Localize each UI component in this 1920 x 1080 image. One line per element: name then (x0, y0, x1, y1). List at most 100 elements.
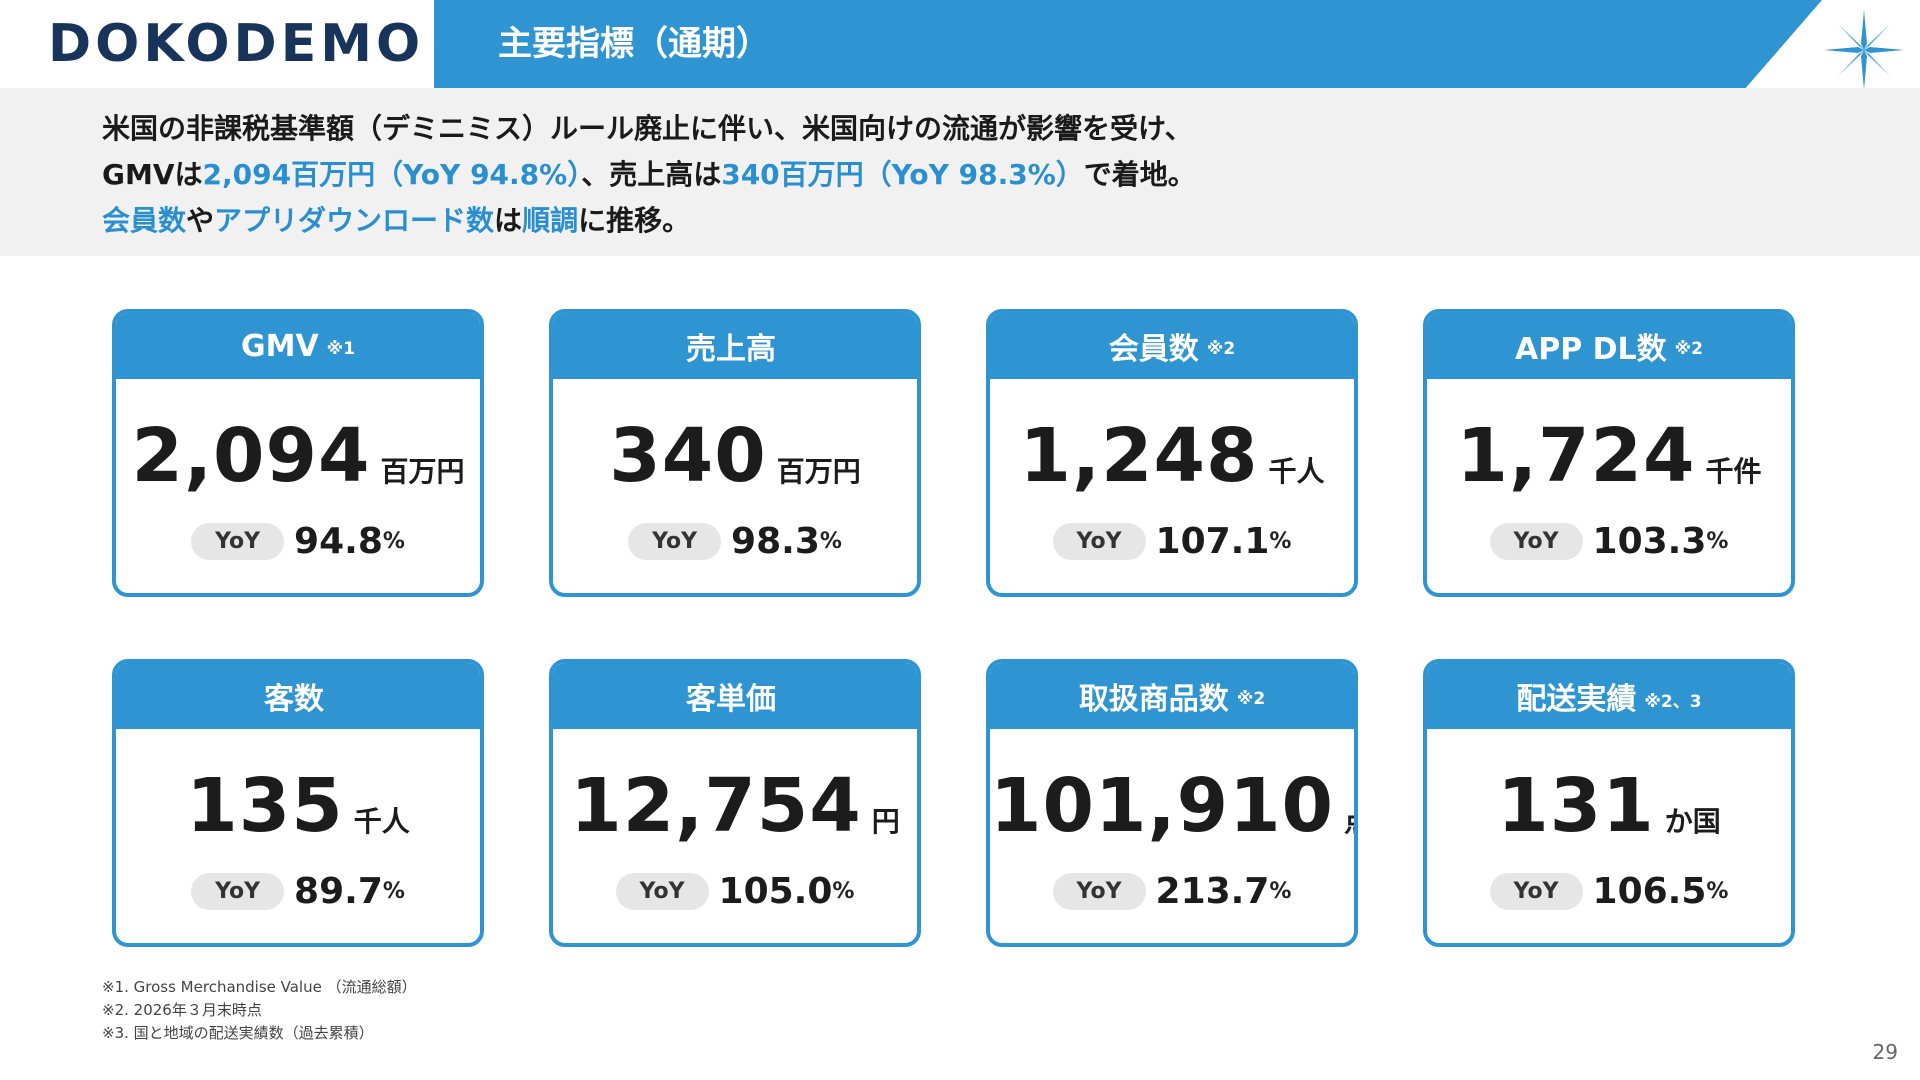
summary-conj: や (186, 204, 215, 237)
kpi-card-header: APP DL数 ※2 (1427, 313, 1791, 379)
title-bar: 主要指標（通期） (434, 0, 1822, 88)
kpi-yoy-row: YoY 98.3% (553, 521, 917, 562)
logo-area: DOKODEMO (0, 0, 434, 88)
yoy-percent-sign: % (382, 879, 405, 904)
kpi-card-members: 会員数 ※2 1,248 千人 YoY 107.1% (986, 309, 1358, 597)
yoy-value: 98.3 (731, 521, 820, 562)
slide-header: DOKODEMO 主要指標（通期） (0, 0, 1920, 90)
kpi-label: 客数 (264, 682, 324, 717)
sparkle-icon (1824, 10, 1904, 90)
footnote-1: ※1. Gross Merchandise Value （流通総額） (102, 978, 417, 996)
kpi-value: 1,724 (1456, 413, 1696, 499)
kpi-label: 配送実績 (1516, 682, 1637, 717)
kpi-value: 2,094 (131, 413, 371, 499)
kpi-value-row: 1,724 千件 (1427, 413, 1791, 499)
summary-line-2: GMVは2,094百万円（YoY 94.8%）、売上高は340百万円（YoY 9… (102, 152, 1196, 198)
kpi-value: 135 (186, 763, 344, 849)
kpi-value-row: 12,754 円 (553, 763, 917, 849)
kpi-card-app-dl: APP DL数 ※2 1,724 千件 YoY 103.3% (1423, 309, 1795, 597)
summary-line-3-end: に推移。 (578, 204, 691, 237)
summary-sales-value: 340百万円（YoY 98.3%） (721, 158, 1084, 191)
kpi-value: 12,754 (570, 763, 862, 849)
yoy-value: 213.7 (1155, 871, 1270, 912)
kpi-card-sales: 売上高 340 百万円 YoY 98.3% (549, 309, 921, 597)
kpi-yoy-row: YoY 103.3% (1427, 521, 1791, 562)
summary-sales-label: 、売上高は (581, 158, 722, 191)
yoy-percent-sign: % (382, 529, 405, 554)
kpi-card-header: GMV ※1 (116, 313, 480, 379)
kpi-value-row: 101,910 点 (990, 763, 1354, 849)
kpi-yoy-row: YoY 89.7% (116, 871, 480, 912)
summary-text: 米国の非課税基準額（デミニミス）ルール廃止に伴い、米国向けの流通が影響を受け、 … (102, 106, 1196, 244)
summary-line-2-end: で着地。 (1083, 158, 1196, 191)
kpi-value-row: 1,248 千人 (990, 413, 1354, 499)
kpi-value: 340 (609, 413, 767, 499)
kpi-value-row: 135 千人 (116, 763, 480, 849)
kpi-value: 101,910 (990, 763, 1335, 849)
yoy-badge: YoY (1052, 523, 1146, 560)
kpi-unit: 千件 (1705, 455, 1762, 488)
yoy-badge: YoY (1489, 523, 1583, 560)
kpi-label: GMV (240, 328, 319, 364)
yoy-badge: YoY (615, 873, 709, 910)
kpi-label: 会員数 (1108, 332, 1199, 367)
kpi-note: ※2 (1206, 339, 1236, 359)
page-number: 29 (1872, 1040, 1898, 1064)
yoy-badge: YoY (191, 873, 285, 910)
kpi-note: ※1 (326, 339, 356, 359)
summary-line-3: 会員数やアプリダウンロード数は順調に推移。 (102, 198, 1196, 244)
kpi-value: 131 (1497, 763, 1655, 849)
kpi-yoy-row: YoY 105.0% (553, 871, 917, 912)
kpi-card-shipping: 配送実績 ※2、3 131 か国 YoY 106.5% (1423, 659, 1795, 947)
kpi-card-header: 客単価 (553, 663, 917, 729)
yoy-value: 106.5 (1592, 871, 1707, 912)
kpi-label: 売上高 (686, 332, 776, 367)
kpi-card-products: 取扱商品数 ※2 101,910 点 YoY213.7% (986, 659, 1358, 947)
kpi-card-header: 取扱商品数 ※2 (990, 663, 1354, 729)
kpi-label: 取扱商品数 (1078, 682, 1229, 717)
yoy-badge: YoY (628, 523, 722, 560)
kpi-unit: 円 (871, 805, 900, 838)
kpi-unit: 百万円 (380, 455, 465, 488)
yoy-badge: YoY (1052, 873, 1146, 910)
kpi-value-row: 340 百万円 (553, 413, 917, 499)
page-title: 主要指標（通期） (498, 24, 770, 64)
yoy-value: 94.8 (294, 521, 383, 562)
yoy-percent-sign: % (1269, 879, 1292, 904)
summary-line-1-text: 米国の非課税基準額（デミニミス）ルール廃止に伴い、米国向けの流通が影響を受け、 (102, 112, 1193, 145)
yoy-value: 89.7 (294, 871, 383, 912)
yoy-badge: YoY (1489, 873, 1583, 910)
summary-particle: は (494, 204, 523, 237)
kpi-yoy-row: YoY 106.5% (1427, 871, 1791, 912)
kpi-unit: 百万円 (776, 455, 861, 488)
kpi-card-header: 配送実績 ※2、3 (1427, 663, 1791, 729)
yoy-percent-sign: % (819, 529, 842, 554)
yoy-percent-sign: % (832, 879, 855, 904)
kpi-yoy-row: YoY 107.1% (990, 521, 1354, 562)
company-logo: DOKODEMO (48, 14, 425, 74)
summary-gmv-value: 2,094百万円（YoY 94.8%） (202, 158, 582, 191)
summary-steady: 順調 (522, 204, 579, 237)
kpi-value-row: 2,094 百万円 (116, 413, 480, 499)
kpi-unit: 千人 (1268, 455, 1325, 488)
kpi-card-header: 会員数 ※2 (990, 313, 1354, 379)
kpi-card-customers: 客数 135 千人 YoY 89.7% (112, 659, 484, 947)
kpi-unit: 千人 (353, 805, 410, 838)
kpi-label: APP DL数 (1514, 332, 1667, 367)
yoy-value: 103.3 (1592, 521, 1707, 562)
summary-app-downloads: アプリダウンロード数 (214, 204, 495, 237)
kpi-card-header: 客数 (116, 663, 480, 729)
summary-members: 会員数 (102, 204, 187, 237)
footnotes: ※1. Gross Merchandise Value （流通総額） ※2. 2… (102, 976, 417, 1045)
yoy-value: 105.0 (718, 871, 833, 912)
kpi-yoy-row: YoY 213.7% (990, 871, 1354, 912)
summary-box: 米国の非課税基準額（デミニミス）ルール廃止に伴い、米国向けの流通が影響を受け、 … (0, 88, 1920, 256)
yoy-value: 107.1 (1155, 521, 1270, 562)
summary-gmv-label: GMVは (102, 158, 203, 191)
summary-line-1: 米国の非課税基準額（デミニミス）ルール廃止に伴い、米国向けの流通が影響を受け、 (102, 106, 1196, 152)
kpi-unit: 点 (1344, 805, 1354, 838)
kpi-note: ※2 (1236, 689, 1266, 709)
kpi-card-avg-order: 客単価 12,754 円 YoY 105.0% (549, 659, 921, 947)
kpi-yoy-row: YoY 94.8% (116, 521, 480, 562)
yoy-badge: YoY (191, 523, 285, 560)
